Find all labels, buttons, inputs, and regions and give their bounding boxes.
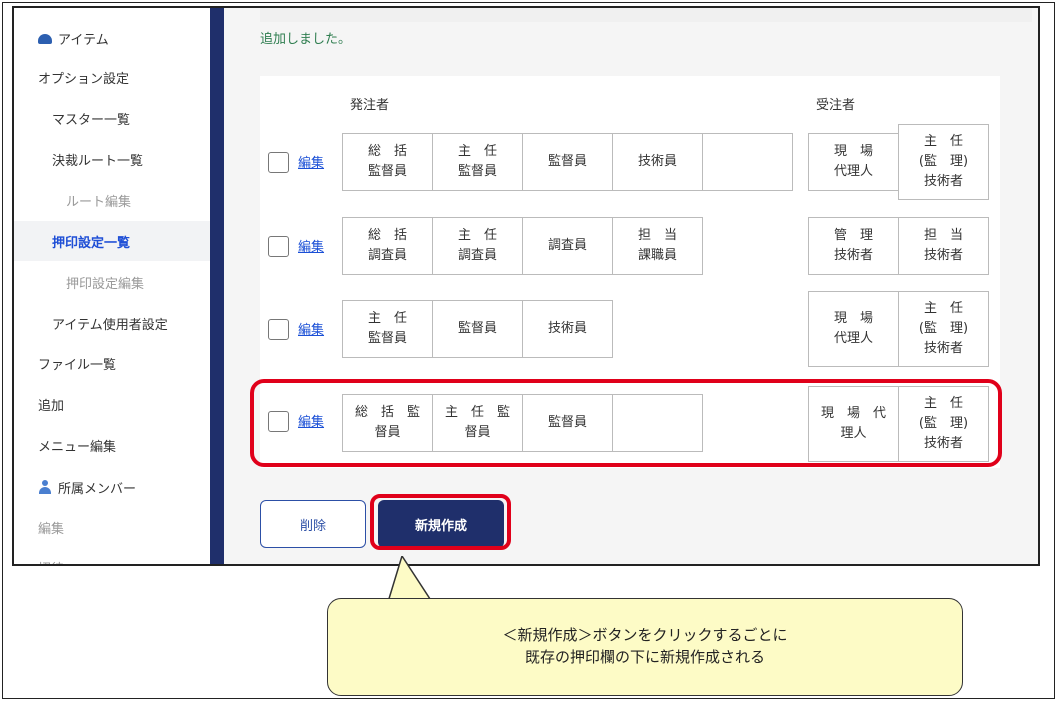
orderer-header: 発注者 bbox=[350, 98, 390, 113]
seal-cell: 技術員 bbox=[612, 133, 703, 191]
sidebar-item-add[interactable]: 追加 bbox=[14, 384, 210, 424]
delete-button[interactable]: 削除 bbox=[260, 500, 366, 548]
sidebar-item-label: ルート編集 bbox=[66, 194, 132, 210]
success-message: 追加しました。 bbox=[260, 32, 352, 47]
seal-cell: 主 任 監督員 bbox=[432, 133, 523, 191]
sidebar-item-seal-settings-list[interactable]: 押印設定一覧 bbox=[14, 221, 210, 261]
row-checkbox[interactable] bbox=[268, 152, 289, 173]
seal-cell: 主 任 監督員 bbox=[342, 300, 433, 358]
callout-line-1: ＜新規作成＞ボタンをクリックするごとに bbox=[502, 626, 788, 645]
callout-pointer bbox=[388, 556, 433, 602]
seal-cell: 総 括 調査員 bbox=[342, 217, 433, 275]
sidebar-item-label: 編集 bbox=[38, 521, 65, 537]
seal-cell: 調査員 bbox=[522, 217, 613, 275]
sidebar-item-label: メニュー編集 bbox=[38, 439, 117, 455]
new-row-highlight bbox=[250, 379, 1002, 467]
seal-cell: 担 当 技術者 bbox=[898, 217, 989, 275]
seal-cell: 総 括 監督員 bbox=[342, 133, 433, 191]
seal-cell: 技術員 bbox=[522, 300, 613, 358]
seal-cell: 主 任 調査員 bbox=[432, 217, 523, 275]
sidebar-item-member-edit[interactable]: 編集 bbox=[14, 507, 210, 547]
sidebar-item-route-edit[interactable]: ルート編集 bbox=[14, 180, 210, 220]
sidebar-item-file-list[interactable]: ファイル一覧 bbox=[14, 343, 210, 383]
sidebar: アイテム オプション設定 マスター一覧 決裁ルート一覧 ルート編集 押印設定一覧… bbox=[14, 8, 210, 564]
sidebar-item-label: ファイル一覧 bbox=[38, 357, 117, 373]
sidebar-item-label: アイテム bbox=[58, 32, 109, 48]
sidebar-item-approval-route-list[interactable]: 決裁ルート一覧 bbox=[14, 139, 210, 179]
sidebar-item-label: 招待 bbox=[38, 558, 64, 565]
seal-cell: 主 任 (監 理) 技術者 bbox=[898, 124, 989, 200]
seal-cell: 監督員 bbox=[432, 300, 523, 358]
sidebar-item-item[interactable]: アイテム bbox=[14, 18, 210, 58]
seal-cell: 管 理 技術者 bbox=[808, 217, 899, 275]
app-screen: アイテム オプション設定 マスター一覧 決裁ルート一覧 ルート編集 押印設定一覧… bbox=[12, 6, 1040, 566]
sidebar-item-members[interactable]: 所属メンバー bbox=[14, 467, 210, 507]
top-bar bbox=[260, 8, 1032, 22]
annotation-callout: ＜新規作成＞ボタンをクリックするごとに 既存の押印欄の下に新規作成される bbox=[327, 598, 963, 696]
seal-row: 編集 総 括 監督員 主 任 監督員 監督員 技術員 現 場 代理人 主 任 (… bbox=[260, 124, 1000, 200]
sidebar-item-label: 所属メンバー bbox=[58, 481, 137, 497]
new-button-highlight bbox=[370, 494, 511, 550]
sidebar-item-label: オプション設定 bbox=[38, 71, 130, 87]
callout-line-2: 既存の押印欄の下に新規作成される bbox=[524, 648, 765, 666]
sidebar-item-item-user-settings[interactable]: アイテム使用者設定 bbox=[14, 303, 210, 343]
edit-link[interactable]: 編集 bbox=[298, 319, 324, 338]
seal-row: 編集 総 括 調査員 主 任 調査員 調査員 担 当 課職員 管 理 技術者 担… bbox=[260, 216, 1000, 276]
sidebar-item-invite[interactable]: 招待 bbox=[14, 547, 210, 565]
contractor-header: 受注者 bbox=[816, 98, 856, 113]
sidebar-item-menu-edit[interactable]: メニュー編集 bbox=[14, 425, 210, 465]
sidebar-item-label: 押印設定一覧 bbox=[52, 235, 131, 251]
edit-link[interactable]: 編集 bbox=[298, 236, 324, 255]
sidebar-item-label: 押印設定編集 bbox=[66, 276, 145, 292]
seal-cell: 監督員 bbox=[522, 133, 613, 191]
sidebar-item-label: 追加 bbox=[38, 398, 65, 414]
nav-bar bbox=[210, 8, 224, 564]
seal-cell: 担 当 課職員 bbox=[612, 217, 703, 275]
sidebar-item-label: アイテム使用者設定 bbox=[52, 317, 168, 333]
seal-cell-empty bbox=[702, 133, 793, 191]
seal-row: 編集 主 任 監督員 監督員 技術員 現 場 代理人 主 任 (監 理) 技術者 bbox=[260, 291, 1000, 367]
seal-cell: 現 場 代理人 bbox=[808, 291, 899, 367]
sidebar-item-label: 決裁ルート一覧 bbox=[52, 153, 144, 169]
sidebar-item-label: マスター一覧 bbox=[52, 112, 131, 128]
edit-link[interactable]: 編集 bbox=[298, 152, 324, 171]
car-icon bbox=[38, 34, 52, 44]
person-icon bbox=[38, 480, 52, 494]
seal-cell: 主 任 (監 理) 技術者 bbox=[898, 291, 989, 367]
row-checkbox[interactable] bbox=[268, 319, 289, 340]
sidebar-item-master-list[interactable]: マスター一覧 bbox=[14, 98, 210, 138]
row-checkbox[interactable] bbox=[268, 236, 289, 257]
sidebar-item-option-settings[interactable]: オプション設定 bbox=[14, 57, 210, 97]
seal-cell: 現 場 代理人 bbox=[808, 133, 899, 191]
sidebar-item-seal-settings-edit[interactable]: 押印設定編集 bbox=[14, 262, 210, 302]
main-content: 追加しました。 発注者 受注者 編集 総 括 監督員 主 任 監督員 監督員 技… bbox=[224, 8, 1038, 564]
